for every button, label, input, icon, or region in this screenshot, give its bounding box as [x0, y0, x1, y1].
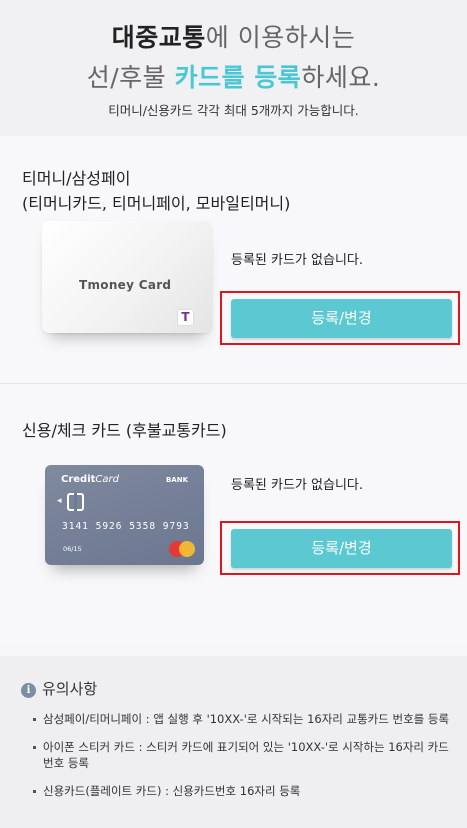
header-title-line1: 대중교통에 이용하시는: [0, 18, 467, 54]
notice-item: 신용카드(플레이트 카드) : 신용카드번호 16자리 등록: [33, 783, 453, 799]
tmoney-register-button[interactable]: 등록/변경: [231, 299, 452, 338]
credit-section-title: 신용/체크 카드 (후불교통카드): [22, 421, 227, 440]
header-title-line2: 선/후불 카드를 등록하세요.: [0, 58, 467, 94]
tmoney-section: 티머니/삼성페이 (티머니카드, 티머니페이, 모바일티머니) Tmoney C…: [0, 136, 467, 384]
notice-item: 아이폰 스티커 카드 : 스티커 카드에 표기되어 있는 '10XX-'로 시작…: [33, 739, 453, 771]
credit-card-expiry: 06/15: [63, 545, 82, 553]
credit-card-image: CreditCard BANK ◂ 3141 5926 5358 9793 06…: [45, 465, 204, 565]
notice-section: i 유의사항 삼성페이/티머니페이 : 앱 실행 후 '10XX-'로 시작되는 …: [0, 656, 467, 828]
tmoney-logo-icon: T: [177, 309, 194, 326]
page-header: 대중교통에 이용하시는 선/후불 카드를 등록하세요. 티머니/신용카드 각각 …: [0, 0, 467, 136]
tmoney-card-name: Tmoney Card: [79, 278, 172, 292]
credit-card-number: 3141 5926 5358 9793: [62, 521, 190, 532]
header-title-rest: 에 이용하시는: [205, 23, 356, 52]
notice-title-text: 유의사항: [42, 680, 98, 698]
credit-register-button[interactable]: 등록/변경: [231, 529, 452, 568]
chip-icon: [67, 493, 84, 511]
tmoney-status-text: 등록된 카드가 없습니다.: [231, 253, 363, 268]
header-title-bold: 대중교통: [111, 23, 206, 52]
tmoney-button-highlight: 등록/변경: [220, 291, 460, 345]
notice-title: i 유의사항: [21, 678, 97, 699]
info-icon: i: [21, 683, 36, 698]
credit-card-brand: CreditCard: [61, 474, 119, 485]
notice-list: 삼성페이/티머니페이 : 앱 실행 후 '10XX-'로 시작되는 16자리 교…: [33, 711, 453, 811]
header-line2-post: 하세요.: [301, 63, 381, 92]
contactless-icon: ◂: [57, 496, 62, 506]
tmoney-section-title: 티머니/삼성페이 (티머니카드, 티머니페이, 모바일티머니): [22, 166, 290, 216]
notice-item: 삼성페이/티머니페이 : 앱 실행 후 '10XX-'로 시작되는 16자리 교…: [33, 711, 453, 727]
tmoney-title-line1: 티머니/삼성페이: [22, 169, 131, 188]
tmoney-card-image: Tmoney Card T: [42, 221, 212, 333]
credit-button-highlight: 등록/변경: [220, 521, 460, 575]
credit-card-brand-bold: Credit: [61, 474, 96, 485]
header-line2-pre: 선/후불: [86, 63, 175, 92]
header-subtitle: 티머니/신용카드 각각 최대 5개까지 가능합니다.: [108, 103, 359, 118]
credit-card-brand-italic: Card: [95, 474, 119, 485]
credit-status-text: 등록된 카드가 없습니다.: [231, 478, 363, 493]
card-network-logo-icon: [179, 541, 195, 557]
header-line2-highlight: 카드를 등록: [174, 63, 302, 92]
tmoney-title-line2: (티머니카드, 티머니페이, 모바일티머니): [22, 194, 291, 213]
credit-section: 신용/체크 카드 (후불교통카드) CreditCard BANK ◂ 3141…: [0, 385, 467, 643]
credit-card-bank: BANK: [165, 476, 188, 484]
